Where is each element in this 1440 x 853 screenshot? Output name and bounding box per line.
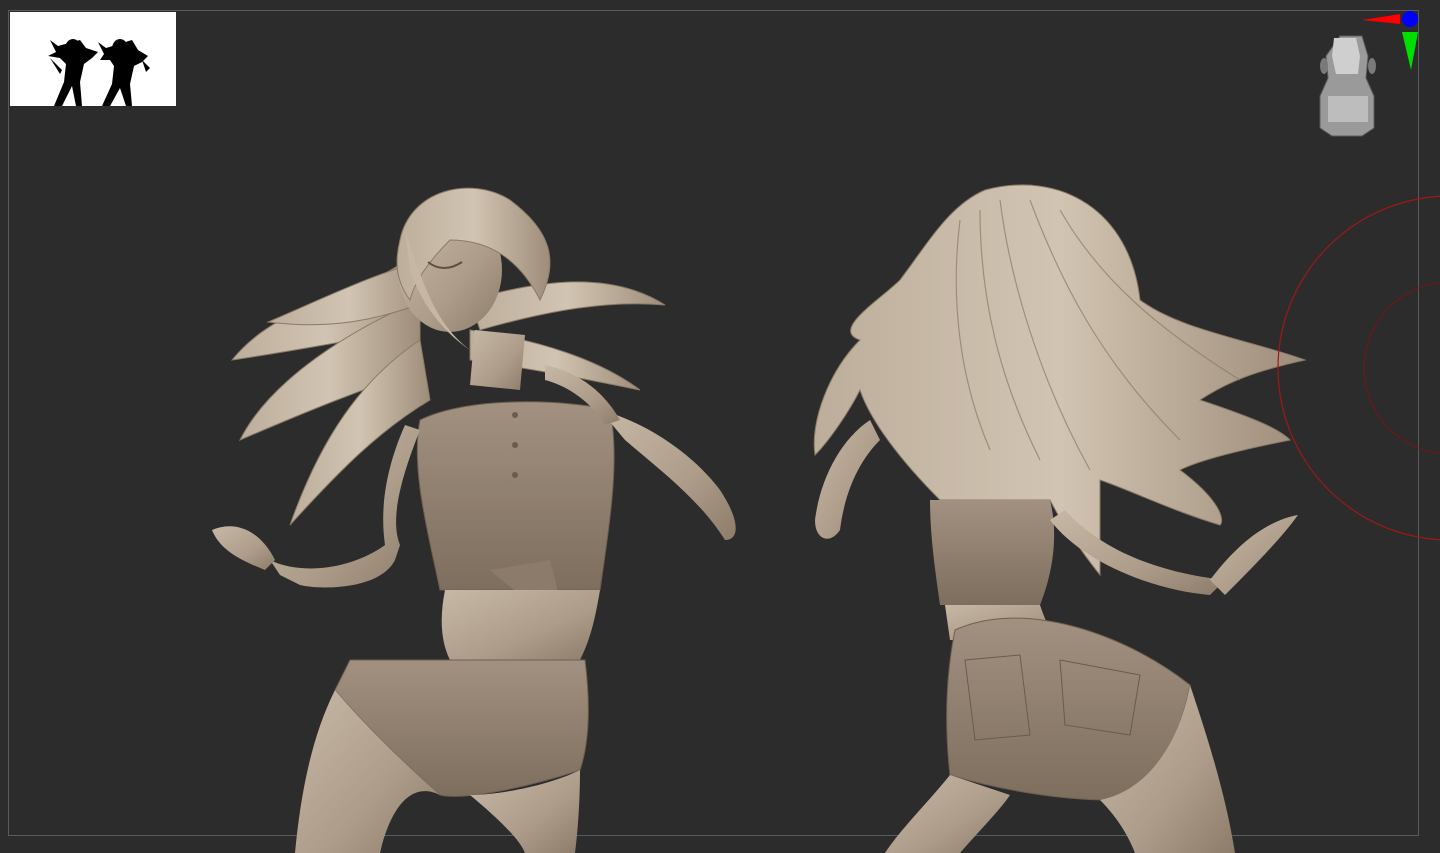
front-figure xyxy=(212,187,736,853)
3d-viewport[interactable] xyxy=(0,0,1440,853)
navigation-gizmo[interactable] xyxy=(1312,8,1424,140)
sculpt-canvas xyxy=(212,184,1307,853)
x-axis-icon[interactable] xyxy=(1362,14,1400,24)
brush-cursor xyxy=(1277,195,1440,541)
z-axis-icon[interactable] xyxy=(1402,11,1418,27)
y-axis-icon[interactable] xyxy=(1402,32,1418,70)
back-figure xyxy=(813,184,1307,853)
navigation-head-icon[interactable] xyxy=(1319,35,1376,137)
